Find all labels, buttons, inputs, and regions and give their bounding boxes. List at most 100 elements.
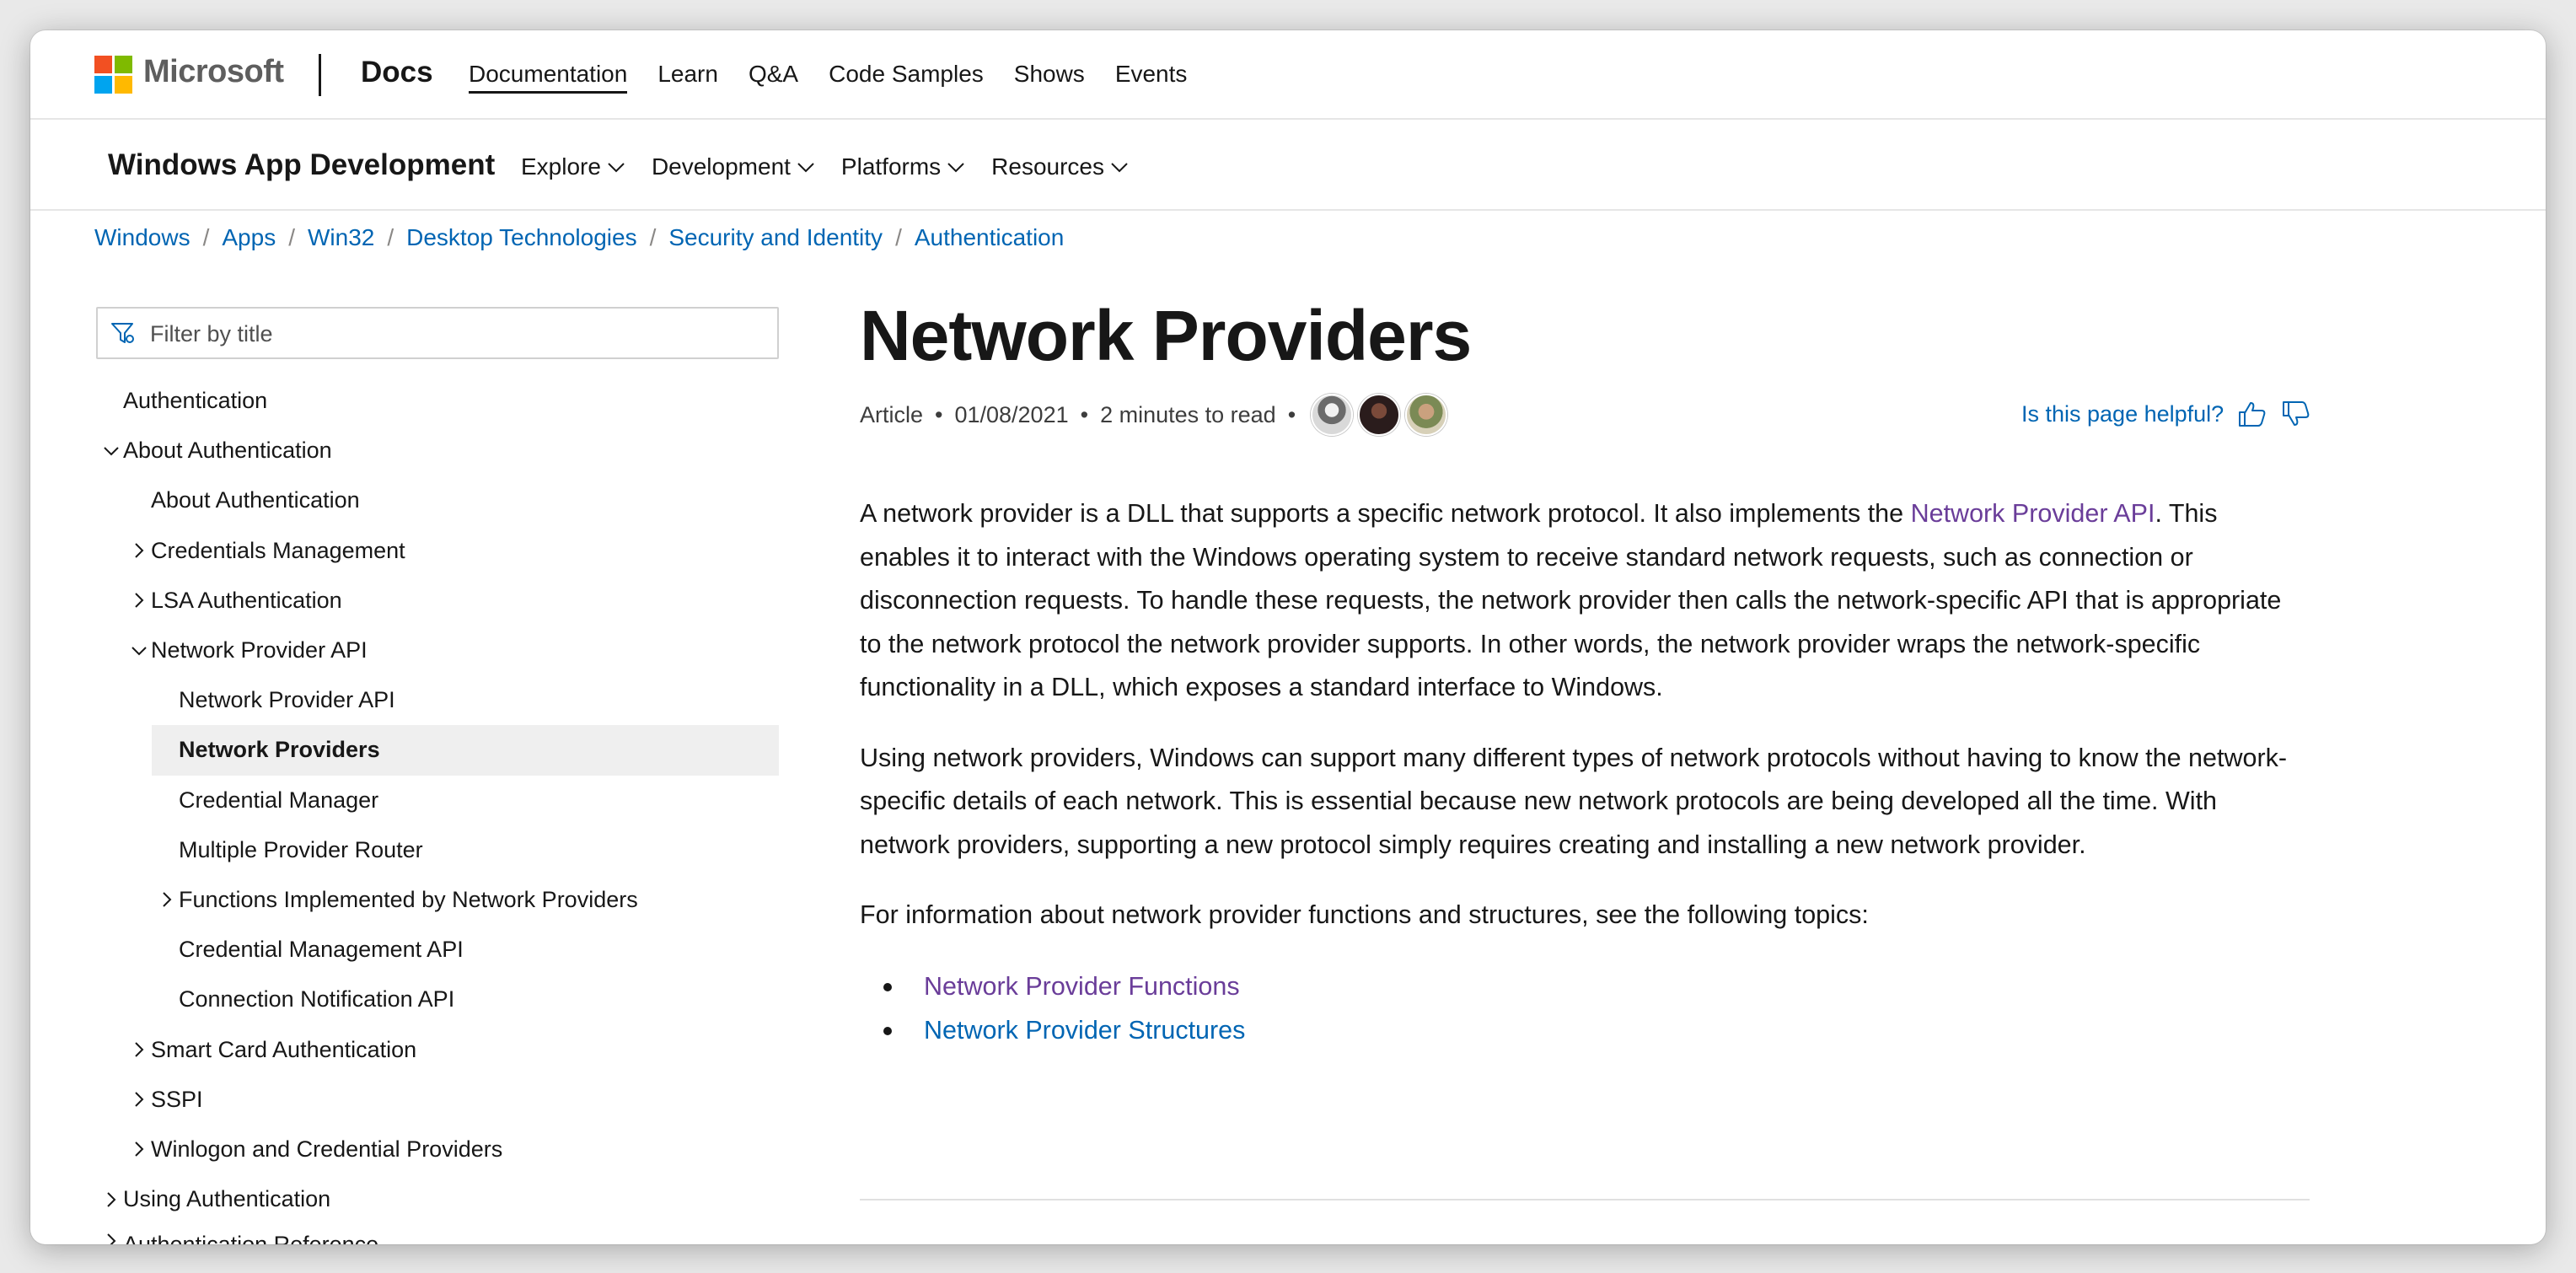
breadcrumb-authentication[interactable]: Authentication [915,224,1064,251]
bullet-icon [883,1026,892,1035]
product-header: Windows App Development Explore Developm… [30,121,2546,211]
meta-separator: • [1080,401,1089,427]
toc-item-label: About Authentication [151,487,360,513]
read-time: 2 minutes to read [1100,401,1276,427]
microsoft-logo[interactable] [94,56,133,94]
logo-square-red [94,56,112,73]
chevron-right-icon[interactable] [131,592,148,609]
toc-item[interactable]: LSA Authentication [96,576,779,626]
menu-development-label: Development [651,153,791,180]
helpful-question: Is this page helpful? [2021,400,2224,427]
toc-item[interactable]: Authentication Reference [96,1224,779,1244]
toc-item-label: Connection Notification API [179,986,455,1012]
network-provider-api-link[interactable]: Network Provider API [1911,499,2155,528]
nav-learn[interactable]: Learn [657,61,718,94]
menu-explore-label: Explore [521,153,601,180]
logo-square-blue [94,76,112,94]
feedback-prompt: Is this page helpful? [2021,400,2311,428]
chevron-down-icon [947,163,964,173]
network-provider-functions-link[interactable]: Network Provider Functions [924,972,1240,1001]
contributors[interactable] [1311,394,1452,436]
thumbs-up-icon[interactable] [2237,400,2267,428]
toc-item[interactable]: Connection Notification API [96,975,779,1024]
filter-input[interactable] [150,317,757,351]
bullet-icon [883,982,892,991]
breadcrumb-desktop-technologies[interactable]: Desktop Technologies [406,224,636,251]
thumbs-down-icon[interactable] [2281,400,2311,428]
toc-item[interactable]: Network Providers [152,725,779,776]
chevron-down-icon [1111,163,1128,173]
toc-item[interactable]: Authentication [96,376,779,426]
topic-link-list: Network Provider Functions Network Provi… [860,964,2310,1052]
breadcrumb-separator: / [649,224,657,250]
logo-square-green [115,56,132,73]
breadcrumb-apps[interactable]: Apps [222,224,276,251]
breadcrumb-security-and-identity[interactable]: Security and Identity [668,224,883,251]
browser-window: Microsoft Docs Documentation Learn Q&A C… [30,30,2546,1244]
product-title[interactable]: Windows App Development [108,148,495,182]
microsoft-brand-name[interactable]: Microsoft [143,54,284,90]
breadcrumb-separator: / [895,224,902,250]
docs-home-link[interactable]: Docs [361,56,433,89]
chevron-down-icon[interactable] [103,443,120,459]
chevron-down-icon [608,163,625,173]
toc-item-label: Multiple Provider Router [179,836,423,862]
network-provider-structures-link[interactable]: Network Provider Structures [924,1016,1245,1045]
menu-platforms[interactable]: Platforms [841,153,964,180]
breadcrumb-windows[interactable]: Windows [94,224,191,251]
product-nav: Explore Development Platforms Resources [521,153,1155,180]
header-divider [319,54,321,96]
toc-item[interactable]: Credential Manager [96,776,779,825]
meta-separator: • [935,401,943,427]
chevron-right-icon[interactable] [131,1041,148,1058]
chevron-right-icon[interactable] [103,1233,120,1244]
toc-item[interactable]: About Authentication [96,426,779,475]
paragraph-intro-text-2: . This enables it to interact with the W… [860,499,2282,701]
menu-resources[interactable]: Resources [991,153,1128,180]
menu-development[interactable]: Development [652,153,814,180]
menu-platforms-label: Platforms [840,153,942,180]
nav-documentation[interactable]: Documentation [469,61,628,94]
toc-item[interactable]: Credentials Management [96,526,779,576]
toc-item[interactable]: Functions Implemented by Network Provide… [96,875,779,925]
toc-item[interactable]: Winlogon and Credential Providers [96,1125,779,1174]
contributor-avatar[interactable] [1311,394,1354,436]
menu-explore[interactable]: Explore [521,153,625,180]
breadcrumb-separator: / [288,224,295,250]
chevron-right-icon[interactable] [131,1091,148,1108]
contributor-avatar[interactable] [1405,394,1448,436]
toc-item[interactable]: Network Provider API [96,675,779,725]
toc-item-label: Network Providers [179,737,380,763]
toc-item-label: Authentication [123,388,268,414]
toc-item[interactable]: Multiple Provider Router [96,825,779,875]
nav-events[interactable]: Events [1115,61,1188,94]
chevron-right-icon[interactable] [131,542,148,559]
toc-item[interactable]: About Authentication [96,475,779,525]
chevron-right-icon[interactable] [131,1141,148,1158]
chevron-right-icon[interactable] [158,891,175,908]
article-type: Article [860,401,924,427]
toc-item[interactable]: Using Authentication [96,1174,779,1224]
toc-item[interactable]: SSPI [96,1075,779,1125]
toc-item-label: Network Provider API [179,687,395,713]
toc-filter[interactable] [96,307,779,359]
article-date: 01/08/2021 [954,401,1069,427]
toc-item-label: About Authentication [123,438,332,464]
chevron-down-icon[interactable] [131,642,148,659]
nav-shows[interactable]: Shows [1014,61,1085,94]
toc-item[interactable]: Smart Card Authentication [96,1024,779,1074]
nav-code-samples[interactable]: Code Samples [829,61,984,94]
top-nav: Documentation Learn Q&A Code Samples Sho… [469,61,1217,94]
toc-item-label: Authentication Reference [96,1232,378,1244]
breadcrumb-separator: / [387,224,394,250]
list-item: Network Provider Functions [860,964,2310,1008]
paragraph-benefits: Using network providers, Windows can sup… [860,743,2288,859]
breadcrumb-win32[interactable]: Win32 [308,224,374,251]
toc-item-label: Winlogon and Credential Providers [151,1136,503,1162]
toc-item[interactable]: Credential Management API [96,925,779,975]
chevron-right-icon[interactable] [103,1191,120,1208]
nav-qa[interactable]: Q&A [749,61,798,94]
contributor-avatar[interactable] [1358,394,1401,436]
list-item: Network Provider Structures [860,1008,2310,1052]
toc-item[interactable]: Network Provider API [96,626,779,675]
